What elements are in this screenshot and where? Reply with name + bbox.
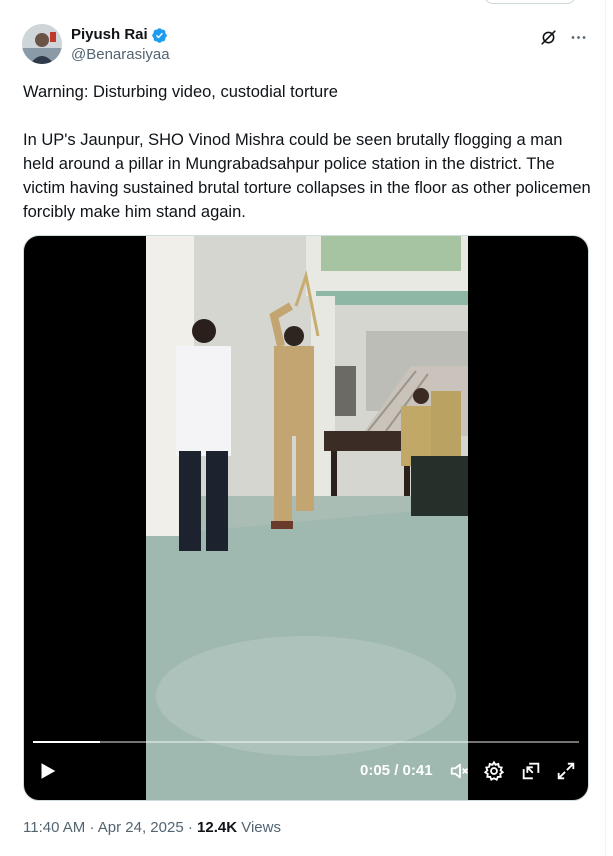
video-controls: 0:05 / 0:41 [24,730,588,800]
author-handle[interactable]: @Benarasiyaa [71,45,170,65]
picture-in-picture-icon[interactable] [520,760,542,782]
header-actions [537,26,589,48]
more-icon[interactable] [567,26,589,48]
gear-icon[interactable] [483,760,505,782]
video-time: 0:05 / 0:41 [360,762,433,779]
views-count: 12.4K [197,819,238,836]
tweet-text-warning: Warning: Disturbing video, custodial tor… [23,83,338,101]
grok-icon[interactable] [537,26,559,48]
tweet-text-body: In UP's Jaunpur, SHO Vinod Mishra could … [23,131,591,221]
mute-icon[interactable] [449,760,471,782]
views-label: Views [241,819,281,836]
display-name[interactable]: Piyush Rai [71,26,148,44]
progress-fill [33,741,100,743]
video-frame[interactable] [146,236,468,800]
tweet-meta: 11:40 AM · Apr 24, 2025 · 12.4K Views [23,818,281,838]
tweet-text: Warning: Disturbing video, custodial tor… [23,80,595,224]
top-button-edge [484,0,576,4]
video-player[interactable]: 0:05 / 0:41 [23,235,589,801]
tweet-time[interactable]: 11:40 AM [23,819,85,836]
fullscreen-icon[interactable] [555,760,577,782]
column-border [605,0,613,856]
meta-separator-2: · [187,819,193,836]
play-icon[interactable] [36,760,58,782]
meta-separator: · [89,819,95,836]
author-names: Piyush Rai @Benarasiyaa [71,26,170,65]
tweet-header: Piyush Rai @Benarasiyaa [22,24,589,68]
tweet-date[interactable]: Apr 24, 2025 [98,819,184,836]
verified-badge-icon [151,27,168,44]
avatar[interactable] [22,24,62,64]
progress-bar[interactable] [33,741,579,743]
